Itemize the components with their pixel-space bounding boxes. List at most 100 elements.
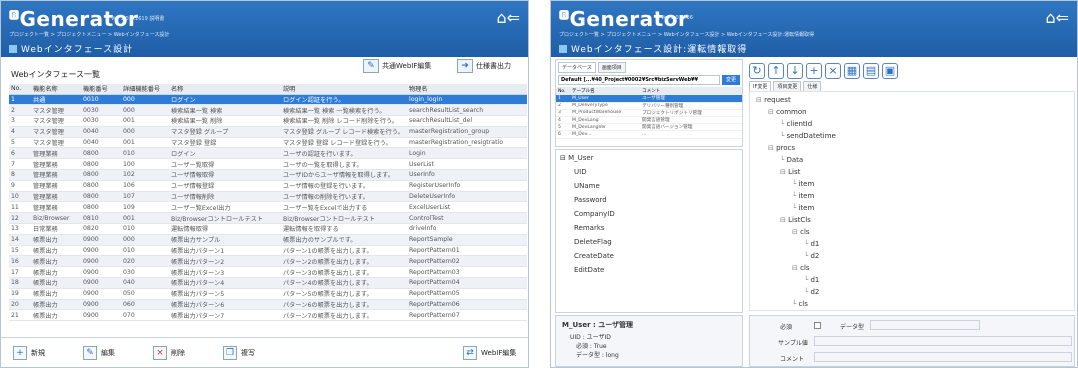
table-cell: ExcelUserList bbox=[407, 201, 527, 214]
home-icon[interactable]: ⌂⇐ bbox=[496, 8, 520, 27]
table-row[interactable]: 2 M_DeliveryType デリバリー種別管理 bbox=[556, 102, 742, 110]
table-row[interactable]: 8 管理業務 0800 102 ユーザ情報取得 ユーザIDからユーザ情報を取得します。 Us… bbox=[9, 169, 527, 181]
table-row[interactable]: 2 マスタ管理 0030 000 検索結果一覧 検索 検索結果一覧 検索 一覧検索を行う。… bbox=[9, 104, 527, 117]
webif-edit-button[interactable]: ⇄ WebIF編集 bbox=[463, 346, 516, 360]
up-arrow-icon[interactable]: ↑ bbox=[768, 63, 784, 79]
column-header[interactable]: 機能名称 bbox=[31, 84, 81, 95]
tree-node[interactable]: └ sendDatetime bbox=[780, 132, 836, 140]
table-row[interactable]: 5 M_DevLangVer 開発言語バージョン管理 bbox=[556, 123, 742, 132]
table-row[interactable]: 5 マスタ管理 0040 001 マスタ登録 登録 マスタ登録 登録 レコード登録を行う。… bbox=[9, 137, 527, 149]
table-row[interactable]: 3 M_ProductWarehouse プロジェクトリポジトリ管理 bbox=[556, 109, 742, 118]
tree-node[interactable]: └ d1 bbox=[804, 276, 819, 284]
tree-node[interactable]: ⊟ request bbox=[756, 96, 791, 104]
table-cell: 11 bbox=[9, 201, 31, 214]
datatype-label: データ型 bbox=[840, 324, 865, 331]
edit-button[interactable]: ✎ 編集 bbox=[83, 346, 115, 360]
table-cell: 0030 bbox=[81, 115, 121, 127]
table-row[interactable]: 16 帳票出力 0900 020 帳票出力パターン2 パターン2の帳票を出力します。 Rep… bbox=[9, 255, 527, 268]
tree-node[interactable]: └ item bbox=[792, 192, 814, 200]
entity-field[interactable]: Password bbox=[574, 196, 607, 204]
tree-node[interactable]: ⊟ common bbox=[768, 108, 807, 116]
tree-node[interactable]: └ Data bbox=[780, 156, 803, 164]
delete-icon: × bbox=[153, 346, 167, 360]
datatype-select[interactable] bbox=[870, 320, 980, 330]
table-row[interactable]: 11 管理業務 0800 109 ユーザー覧Excel出力 ユーザー覧をExcelで出力す… bbox=[9, 201, 527, 214]
db-select[interactable]: Default [...¥40_Project¥0002¥Src¥bizServ… bbox=[558, 75, 720, 85]
tree-node[interactable]: ⊟ procs bbox=[768, 144, 795, 152]
tab-screen-items[interactable]: 画面項目 bbox=[597, 62, 626, 73]
column-header[interactable]: No. bbox=[9, 84, 31, 95]
entity-field[interactable]: CreateDate bbox=[574, 252, 614, 260]
common-webif-edit-button[interactable]: ✎ 共通WebIF編集 bbox=[363, 59, 431, 73]
entity-name[interactable]: ⊟ M_User bbox=[560, 154, 594, 162]
table-row[interactable]: 18 帳票出力 0900 040 帳票出力パターン4 パターン4の帳票を出力します。 Rep… bbox=[9, 277, 527, 289]
column-header[interactable]: No. bbox=[556, 87, 570, 95]
home-icon[interactable]: ⌂⇐ bbox=[1045, 8, 1069, 27]
table-row[interactable]: 14 帳票出力 0900 000 帳票出力サンプル 帳票出力のサンプルです。 ReportS… bbox=[9, 234, 527, 246]
grid-alt-icon[interactable]: ▤ bbox=[863, 63, 879, 79]
column-header[interactable]: 物理名 bbox=[407, 84, 527, 95]
table-row[interactable]: 15 帳票出力 0900 010 帳票出力パターン1 パターン1の帳票を出力します。 Rep… bbox=[9, 245, 527, 257]
table-row[interactable]: 1 M_User ユーザ管理 bbox=[556, 95, 742, 103]
delete-button[interactable]: × 削除 bbox=[153, 346, 185, 360]
refresh-icon[interactable]: ↻ bbox=[749, 63, 765, 79]
entity-field[interactable]: EditDate bbox=[574, 266, 604, 274]
tree-node[interactable]: └ clientId bbox=[780, 120, 812, 128]
column-header[interactable]: コメント bbox=[640, 87, 742, 95]
table-row[interactable]: 12 Biz/Browser 0810 001 Biz/Browserコントロールテスト… bbox=[9, 212, 527, 225]
tree-node[interactable]: ⊟ cls bbox=[792, 228, 810, 236]
tree-node[interactable]: └ d1 bbox=[804, 240, 819, 248]
column-header[interactable]: 説明 bbox=[281, 84, 407, 95]
remove-icon[interactable]: × bbox=[825, 63, 841, 79]
down-arrow-icon[interactable]: ↓ bbox=[787, 63, 803, 79]
entity-field[interactable]: CompanyID bbox=[574, 210, 615, 218]
table-row[interactable]: 13 日常業務 0820 010 運転情報取得 運転情報を取得する driveInfo bbox=[9, 223, 527, 235]
tree-node[interactable]: └ item bbox=[792, 204, 814, 212]
table-cell: ReportPattern02 bbox=[407, 255, 527, 268]
change-button[interactable]: 変更 bbox=[721, 75, 740, 85]
table-row[interactable]: 21 帳票出力 0900 070 帳票出力パターン7 パターン7の帳票を出力します。 Rep… bbox=[9, 309, 527, 322]
breadcrumb[interactable]: プロジェクト一覧 > プロジェクトメニュー > Webインタフェース設計 bbox=[9, 31, 169, 38]
table-row[interactable]: 9 管理業務 0800 106 ユーザ情報登録 ユーザ情報の登録を行います。 Registe… bbox=[9, 180, 527, 192]
tree-node[interactable]: └ cls bbox=[792, 300, 808, 308]
table-row[interactable]: 6 管理業務 0800 010 ログイン ユーザの認証を行います。 Login bbox=[9, 147, 527, 160]
table-row[interactable]: 4 M_DevLang 開発言語管理 bbox=[556, 116, 742, 125]
table-row[interactable]: 10 管理業務 0800 107 ユーザ情報削除 ユーザ情報の削除を行います。 Delete… bbox=[9, 191, 527, 203]
entity-field[interactable]: UName bbox=[574, 182, 600, 190]
tree-node[interactable]: ⊟ ListCls bbox=[780, 216, 811, 224]
entity-field[interactable]: UID bbox=[574, 168, 587, 176]
table-cell: Login bbox=[407, 147, 527, 160]
table-row[interactable]: 1 共通 0010 000 ログイン ログイン認証を行う。 login_login bbox=[9, 94, 527, 106]
interface-tree-panel: ⊟ request ⊟ common └ clientId └ sendDatetim… bbox=[749, 91, 1075, 311]
comment-input[interactable] bbox=[814, 352, 1072, 362]
tree-node[interactable]: ⊟ List bbox=[780, 168, 800, 176]
table-row[interactable]: 19 帳票出力 0900 050 帳票出力パターン5 パターン5の帳票を出力します。 Rep… bbox=[9, 288, 527, 300]
breadcrumb[interactable]: プロジェクト一覧 > プロジェクトメニュー > Webインタフェース設計 > W… bbox=[559, 31, 814, 38]
table-row[interactable]: 3 マスタ管理 0030 001 検索結果一覧 削除 検索結果一覧 削除 レコード削除を行… bbox=[9, 115, 527, 127]
sample-input[interactable] bbox=[814, 336, 1072, 346]
entity-field[interactable]: DeleteFlag bbox=[574, 238, 612, 246]
column-header[interactable]: テーブル名 bbox=[570, 87, 640, 95]
entity-field[interactable]: Remarks bbox=[574, 224, 605, 232]
table-row[interactable]: 7 管理業務 0800 100 ユーザー覧取得 ユーザの一覧を取得します。 UserList bbox=[9, 158, 527, 171]
table-cell: 21 bbox=[9, 309, 31, 322]
column-header[interactable]: 名称 bbox=[169, 84, 281, 95]
table-row[interactable]: 6 M_Dev...... bbox=[556, 130, 742, 139]
tree-node[interactable]: └ item bbox=[792, 180, 814, 188]
tree-node[interactable]: └ d2 bbox=[804, 288, 819, 296]
grid-icon[interactable]: ▦ bbox=[844, 63, 860, 79]
spec-output-button[interactable]: ➜ 仕様書出力 bbox=[457, 59, 511, 73]
table-row[interactable]: 20 帳票出力 0900 060 帳票出力パターン6 パターン6の帳票を出力します。 Rep… bbox=[9, 299, 527, 311]
tree-node[interactable]: └ d2 bbox=[804, 252, 819, 260]
save-icon[interactable]: ▣ bbox=[882, 63, 898, 79]
tree-node[interactable]: ⊟ cls bbox=[792, 264, 810, 272]
new-button[interactable]: + 新規 bbox=[13, 346, 45, 360]
table-row[interactable]: 4 マスタ管理 0040 000 マスタ登録 グループ マスタ登録 グループ レコード検索… bbox=[9, 126, 527, 138]
column-header[interactable]: 詳細機能番号 bbox=[121, 84, 169, 95]
copy-button[interactable]: ❐ 複写 bbox=[223, 346, 255, 360]
column-header[interactable]: 機能番号 bbox=[81, 84, 121, 95]
required-checkbox[interactable] bbox=[814, 322, 821, 329]
table-row[interactable]: 17 帳票出力 0900 030 帳票出力パターン3 パターン3の帳票を出力します。 Rep… bbox=[9, 266, 527, 279]
add-icon[interactable]: + bbox=[806, 63, 822, 79]
tab-database[interactable]: データベース bbox=[558, 62, 596, 73]
